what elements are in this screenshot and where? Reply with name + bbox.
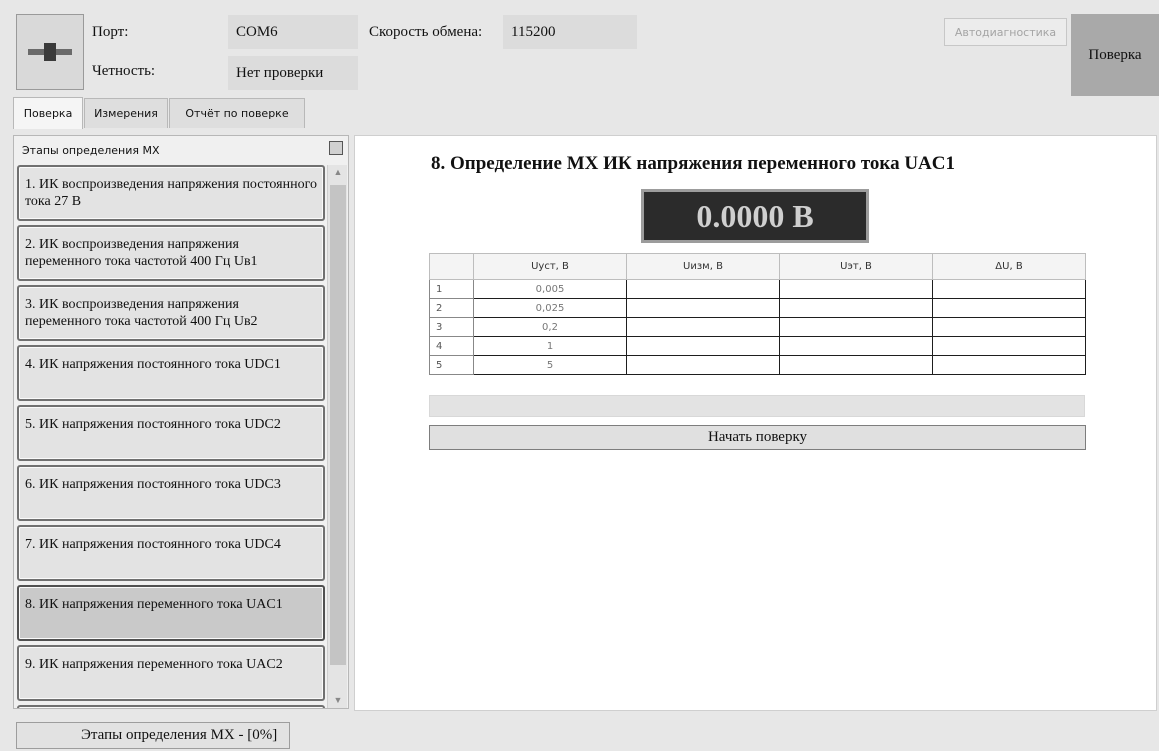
table-cell[interactable] bbox=[779, 336, 933, 356]
table-row: 5 5 bbox=[429, 355, 1086, 375]
port-select[interactable]: COM6 bbox=[228, 15, 358, 49]
stage-button-9[interactable]: 9. ИК напряжения переменного тока UAC2 bbox=[17, 645, 325, 701]
table-cell[interactable]: 5 bbox=[473, 355, 627, 375]
table-cell[interactable]: 0,2 bbox=[473, 317, 627, 337]
verify-button[interactable]: Поверка bbox=[1071, 14, 1159, 96]
stage-button-8[interactable]: 8. ИК напряжения переменного тока UAC1 bbox=[17, 585, 325, 641]
verification-panel: 8. Определение МХ ИК напряжения переменн… bbox=[354, 135, 1157, 711]
connector-icon[interactable] bbox=[16, 14, 84, 90]
measurement-table: Uуст, В Uизм, В Uэт, В ΔU, В 1 0,005 2 0… bbox=[429, 253, 1086, 375]
parity-select[interactable]: Нет проверки bbox=[228, 56, 358, 90]
table-cell[interactable] bbox=[932, 317, 1086, 337]
table-cell: 3 bbox=[429, 317, 474, 337]
table-cell: 5 bbox=[429, 355, 474, 375]
table-cell[interactable] bbox=[626, 279, 780, 299]
voltage-display: 0.0000 В bbox=[641, 189, 869, 243]
table-cell[interactable] bbox=[932, 336, 1086, 356]
port-label: Порт: bbox=[92, 24, 129, 40]
stage-button-3[interactable]: 3. ИК воспроизведения напряжения перемен… bbox=[17, 285, 325, 341]
table-cell: 1 bbox=[429, 279, 474, 299]
column-header: Uэт, В bbox=[779, 253, 933, 280]
table-row: 3 0,2 bbox=[429, 317, 1086, 337]
column-header bbox=[429, 253, 474, 280]
table-cell[interactable]: 0,005 bbox=[473, 279, 627, 299]
stage-button-5[interactable]: 5. ИК напряжения постоянного тока UDC2 bbox=[17, 405, 325, 461]
column-header: Uуст, В bbox=[473, 253, 627, 280]
stage-button-partial[interactable] bbox=[17, 705, 325, 708]
stage-button-2[interactable]: 2. ИК воспроизведения напряжения перемен… bbox=[17, 225, 325, 281]
column-header: ΔU, В bbox=[932, 253, 1086, 280]
column-header: Uизм, В bbox=[626, 253, 780, 280]
autodiagnostics-button[interactable]: Автодиагностика bbox=[944, 18, 1067, 46]
stage-button-4[interactable]: 4. ИК напряжения постоянного тока UDC1 bbox=[17, 345, 325, 401]
table-row: 4 1 bbox=[429, 336, 1086, 356]
stages-title: Этапы определения МХ bbox=[22, 144, 160, 157]
table-row: 1 0,005 bbox=[429, 279, 1086, 299]
start-verification-button[interactable]: Начать поверку bbox=[429, 425, 1086, 450]
scroll-down-icon[interactable]: ▼ bbox=[332, 695, 344, 707]
table-cell: 2 bbox=[429, 298, 474, 318]
parity-label: Четность: bbox=[92, 63, 156, 79]
verification-progress-bar bbox=[429, 395, 1085, 417]
section-title: 8. Определение МХ ИК напряжения переменн… bbox=[431, 153, 955, 174]
table-cell: 4 bbox=[429, 336, 474, 356]
table-cell[interactable] bbox=[932, 279, 1086, 299]
table-cell[interactable] bbox=[626, 355, 780, 375]
stage-button-1[interactable]: 1. ИК воспроизведения напряжения постоян… bbox=[17, 165, 325, 221]
save-icon[interactable] bbox=[329, 141, 343, 155]
table-cell[interactable] bbox=[779, 317, 933, 337]
speed-select[interactable]: 115200 bbox=[503, 15, 637, 49]
table-row: 2 0,025 bbox=[429, 298, 1086, 318]
table-cell[interactable]: 1 bbox=[473, 336, 627, 356]
table-cell[interactable] bbox=[626, 298, 780, 318]
stage-list-scrollbar[interactable]: ▲ ▼ bbox=[327, 165, 347, 708]
speed-label: Скорость обмена: bbox=[369, 24, 483, 40]
table-cell[interactable] bbox=[779, 298, 933, 318]
table-cell[interactable] bbox=[779, 355, 933, 375]
tab-measurements[interactable]: Измерения bbox=[84, 98, 168, 128]
tab-verification-report[interactable]: Отчёт по поверке bbox=[169, 98, 305, 128]
scroll-up-icon[interactable]: ▲ bbox=[332, 167, 344, 179]
table-cell[interactable] bbox=[932, 298, 1086, 318]
status-bar: Этапы определения МХ - [0%] bbox=[16, 722, 290, 749]
table-cell[interactable] bbox=[626, 317, 780, 337]
table-cell[interactable] bbox=[779, 279, 933, 299]
stage-button-7[interactable]: 7. ИК напряжения постоянного тока UDC4 bbox=[17, 525, 325, 581]
table-cell[interactable] bbox=[932, 355, 1086, 375]
stages-panel: Этапы определения МХ 1. ИК воспроизведен… bbox=[13, 135, 349, 709]
table-cell[interactable] bbox=[626, 336, 780, 356]
tab-verification[interactable]: Поверка bbox=[13, 97, 83, 129]
table-cell[interactable]: 0,025 bbox=[473, 298, 627, 318]
stage-button-6[interactable]: 6. ИК напряжения постоянного тока UDC3 bbox=[17, 465, 325, 521]
scroll-thumb[interactable] bbox=[330, 185, 346, 665]
